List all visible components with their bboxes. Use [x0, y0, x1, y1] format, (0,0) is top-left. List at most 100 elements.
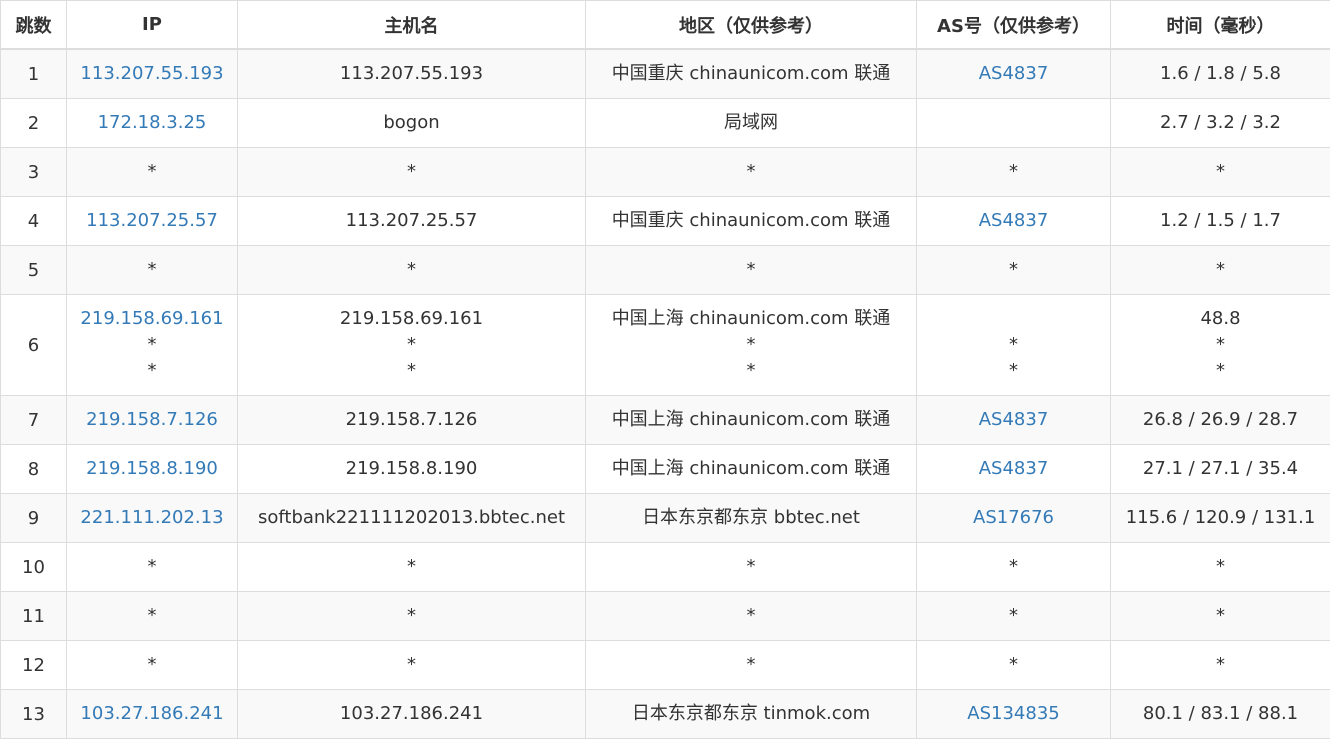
as-cell: * — [916, 542, 1111, 592]
region-cell: 日本东京都东京 tinmok.com — [585, 689, 917, 739]
as-cell: * — [916, 147, 1111, 197]
region-cell: 中国重庆 chinaunicom.com 联通 — [585, 48, 917, 99]
table-row: 1 113.207.55.193 113.207.55.193 中国重庆 chinau… — [0, 48, 1330, 99]
region-cell: 中国上海 chinaunicom.com 联通 — [585, 395, 917, 445]
unknown-marker: * — [746, 605, 756, 626]
ip-cell: 219.158.8.190 — [66, 444, 238, 494]
unknown-marker: * — [407, 605, 416, 626]
hop-number: 7 — [27, 409, 40, 431]
unknown-marker: * — [1216, 334, 1225, 355]
hop-cell: 10 — [0, 542, 67, 592]
as-link[interactable]: AS4837 — [917, 208, 1110, 234]
region-cell: * — [585, 147, 917, 197]
unknown-marker: * — [746, 161, 756, 182]
ip-link[interactable]: 221.111.202.13 — [67, 505, 237, 531]
as-cell: AS134835 — [916, 689, 1111, 739]
region-cell-text: 中国上海 chinaunicom.com 联通 — [611, 409, 891, 430]
hop-number: 8 — [27, 458, 40, 480]
ip-cell: 172.18.3.25 — [66, 98, 238, 148]
header-region: 地区（仅供参考） — [585, 0, 917, 50]
region-cell-text: 局域网 — [724, 112, 778, 133]
unknown-marker: * — [1216, 654, 1225, 675]
header-row: 跳数 IP 主机名 地区（仅供参考） AS号（仅供参考） 时间（毫秒） — [0, 0, 1330, 50]
hop-cell: 7 — [0, 395, 67, 445]
unknown-marker: * — [1009, 259, 1018, 280]
unknown-marker: * — [746, 556, 756, 577]
time-cell-text: 27.1 / 27.1 / 35.4 — [1142, 458, 1299, 479]
hostname-cell: * — [237, 640, 586, 690]
time-cell: 115.6 / 120.9 / 131.1 — [1110, 493, 1330, 543]
time-cell-text: 1.2 / 1.5 / 1.7 — [1160, 210, 1281, 231]
table-header: 跳数 IP 主机名 地区（仅供参考） AS号（仅供参考） 时间（毫秒） — [0, 0, 1330, 50]
region-cell: * — [585, 640, 917, 690]
hop-number: 6 — [27, 334, 40, 356]
time-cell: * — [1110, 640, 1330, 690]
unknown-marker: * — [147, 556, 157, 577]
hostname-cell-text: 219.158.69.161 — [339, 308, 484, 329]
hop-cell: 3 — [0, 147, 67, 197]
time-cell: * — [1110, 245, 1330, 295]
time-cell: 2.7 / 3.2 / 3.2 — [1110, 98, 1330, 148]
unknown-marker: * — [407, 334, 416, 355]
header-as: AS号（仅供参考） — [916, 0, 1111, 50]
as-cell: * — [916, 245, 1111, 295]
as-cell-text — [917, 306, 1110, 332]
time-cell: 27.1 / 27.1 / 35.4 — [1110, 444, 1330, 494]
ip-cell: 113.207.25.57 — [66, 196, 238, 246]
region-cell: * — [585, 591, 917, 641]
hop-cell: 12 — [0, 640, 67, 690]
ip-cell: 219.158.69.161 * * — [66, 294, 238, 396]
hop-number: 11 — [22, 605, 45, 627]
ip-link[interactable]: 219.158.8.190 — [67, 456, 237, 482]
hostname-cell: 219.158.7.126 — [237, 395, 586, 445]
hop-cell: 1 — [0, 48, 67, 99]
time-cell-text: 115.6 / 120.9 / 131.1 — [1125, 507, 1316, 528]
unknown-marker: * — [1009, 605, 1018, 626]
as-cell: AS17676 — [916, 493, 1111, 543]
unknown-marker: * — [1216, 161, 1225, 182]
unknown-marker: * — [746, 360, 756, 381]
as-link[interactable]: AS17676 — [917, 505, 1110, 531]
traceroute-table: 跳数 IP 主机名 地区（仅供参考） AS号（仅供参考） 时间（毫秒） 1 113… — [0, 0, 1330, 739]
ip-link[interactable]: 113.207.55.193 — [67, 61, 237, 87]
region-cell-text: 中国重庆 chinaunicom.com 联通 — [611, 210, 891, 231]
unknown-marker: * — [1009, 556, 1018, 577]
unknown-marker: * — [746, 259, 756, 280]
time-cell: 48.8 * * — [1110, 294, 1330, 396]
ip-link[interactable]: 103.27.186.241 — [67, 701, 237, 727]
hop-cell: 5 — [0, 245, 67, 295]
hop-cell: 13 — [0, 689, 67, 739]
ip-link[interactable]: 219.158.69.161 — [67, 306, 237, 332]
hostname-cell-text: 219.158.7.126 — [345, 409, 478, 430]
hostname-cell-text: 219.158.8.190 — [345, 458, 478, 479]
ip-cell: 221.111.202.13 — [66, 493, 238, 543]
hop-cell: 2 — [0, 98, 67, 148]
time-cell-text: 48.8 — [1200, 308, 1241, 329]
ip-link[interactable]: 219.158.7.126 — [67, 407, 237, 433]
region-cell-text: 中国上海 chinaunicom.com 联通 — [611, 458, 891, 479]
table-row: 5 * * * * * — [0, 245, 1330, 295]
as-cell: AS4837 — [916, 196, 1111, 246]
ip-cell: * — [66, 591, 238, 641]
region-cell: 日本东京都东京 bbtec.net — [585, 493, 917, 543]
as-link[interactable]: AS134835 — [917, 701, 1110, 727]
table-body: 1 113.207.55.193 113.207.55.193 中国重庆 chinau… — [0, 48, 1330, 739]
hostname-cell-text: bogon — [383, 112, 440, 133]
header-time: 时间（毫秒） — [1110, 0, 1330, 50]
as-link[interactable]: AS4837 — [917, 61, 1110, 87]
ip-cell: 103.27.186.241 — [66, 689, 238, 739]
ip-link[interactable]: 113.207.25.57 — [67, 208, 237, 234]
time-cell: * — [1110, 591, 1330, 641]
as-link[interactable]: AS4837 — [917, 407, 1110, 433]
hostname-cell-text: 113.207.55.193 — [339, 63, 484, 84]
region-cell: 局域网 — [585, 98, 917, 148]
as-link[interactable]: AS4837 — [917, 456, 1110, 482]
unknown-marker: * — [1009, 334, 1018, 355]
region-cell: * — [585, 245, 917, 295]
unknown-marker: * — [1009, 161, 1018, 182]
hop-cell: 8 — [0, 444, 67, 494]
ip-cell: 219.158.7.126 — [66, 395, 238, 445]
unknown-marker: * — [147, 334, 157, 355]
hostname-cell-text: 113.207.25.57 — [345, 210, 478, 231]
ip-link[interactable]: 172.18.3.25 — [67, 110, 237, 136]
